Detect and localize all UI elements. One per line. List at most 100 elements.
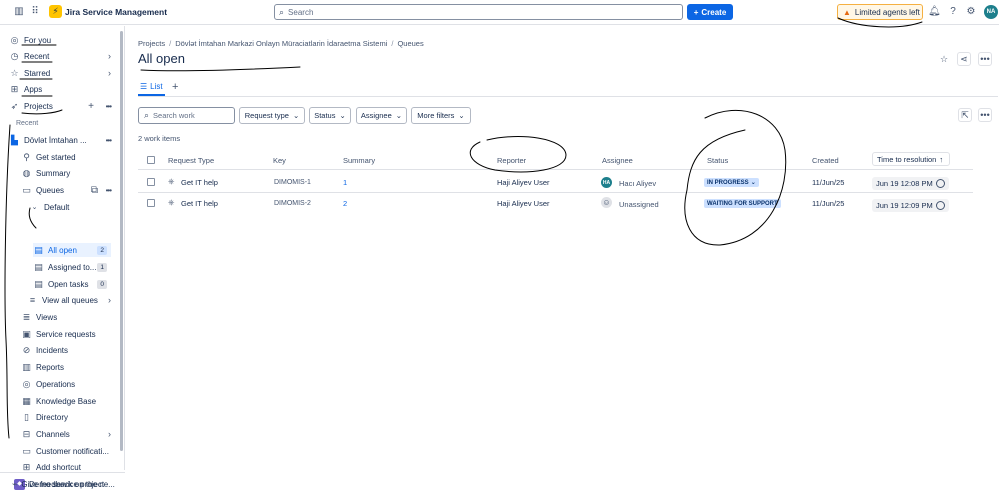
help-icon[interactable]: ? — [947, 6, 959, 18]
more-filters-button[interactable]: More filters ⌄ — [411, 107, 471, 124]
request-type-cell: Get IT help — [181, 178, 218, 187]
create-button[interactable]: + Create — [687, 4, 733, 20]
request-type-filter[interactable]: Request type ⌄ — [239, 107, 305, 124]
chevron-right-icon: › — [108, 429, 111, 439]
assignee-cell[interactable]: Unassigned — [619, 200, 659, 209]
status-filter[interactable]: Status ⌄ — [309, 107, 351, 124]
open-in-new-icon[interactable]: ⇱ — [958, 108, 972, 122]
more-icon[interactable]: ••• — [106, 136, 112, 145]
sidebar-item-label: Incidents — [36, 345, 69, 355]
sidebar-item-incidents[interactable]: ⊘ Incidents — [21, 343, 114, 357]
sidebar-item-starred[interactable]: ☆ Starred › — [9, 66, 114, 80]
sidebar-toggle-icon[interactable]: ▥ — [13, 6, 25, 18]
header-status[interactable]: Status — [707, 156, 728, 165]
chevron-right-icon: › — [108, 68, 111, 78]
header-time-to-resolution[interactable]: Time to resolution ↑ — [872, 152, 950, 166]
notifications-bell-icon[interactable]: 🔔︎ — [928, 6, 941, 18]
more-icon[interactable]: ••• — [978, 52, 992, 66]
add-shortcut-icon: ⊞ — [22, 461, 31, 472]
sidebar-item-default[interactable]: ⌄ Default — [29, 200, 114, 214]
rocket-icon: ➶ — [10, 100, 19, 111]
chart-icon: ▥ — [22, 361, 31, 372]
filter-label: Status — [314, 111, 336, 120]
breadcrumb-projects[interactable]: Projects — [138, 39, 165, 48]
person-circle-icon: ◎ — [10, 34, 19, 45]
app-title[interactable]: Jira Service Management — [65, 7, 167, 17]
sidebar-item-view-all-queues[interactable]: ≡ View all queues › — [27, 293, 114, 307]
status-badge[interactable]: WAITING FOR SUPPORT — [704, 199, 781, 208]
sidebar-project[interactable]: ▙ Dövlət İmtahan ... ••• — [9, 133, 114, 147]
sidebar-item-operations[interactable]: ◎ Operations — [21, 377, 114, 391]
row-checkbox[interactable] — [147, 199, 155, 207]
header-key[interactable]: Key — [273, 156, 286, 165]
ttr-label: Jun 19 12:09 PM — [876, 201, 933, 210]
header-request-type[interactable]: Request Type — [168, 156, 214, 165]
sidebar-item-for-you[interactable]: ◎ For you — [9, 33, 114, 47]
assignee-filter[interactable]: Assignee ⌄ — [356, 107, 407, 124]
star-icon: ☆ — [10, 67, 19, 78]
tab-list[interactable]: ☰ List — [140, 82, 163, 91]
key-cell[interactable]: DIMOMIS-1 — [274, 179, 311, 186]
sidebar-item-service-requests[interactable]: ▣ Service requests — [21, 327, 114, 341]
summary-cell[interactable]: 2 — [343, 199, 347, 208]
header-reporter[interactable]: Reporter — [497, 156, 526, 165]
header-summary[interactable]: Summary — [343, 156, 375, 165]
jira-logo-icon[interactable]: ⚡ — [49, 5, 62, 18]
sidebar-item-customer-notifications[interactable]: ▭ Customer notificati... — [21, 444, 114, 458]
breadcrumb-separator: / — [169, 39, 172, 48]
sidebar-item-label: Reports — [36, 362, 65, 372]
feedback-button[interactable]: ⌁ Give feedback on the ne... — [0, 472, 125, 495]
breadcrumb-queues[interactable]: Queues — [397, 39, 423, 48]
sidebar-item-reports[interactable]: ▥ Reports — [21, 360, 114, 374]
user-avatar[interactable]: NA — [984, 5, 998, 19]
search-work-input[interactable]: ⌕ Search work — [138, 107, 235, 124]
sidebar-item-queues[interactable]: ▭ Queues ⧉ ••• — [21, 183, 114, 197]
app-switcher-icon[interactable]: ⠿ — [29, 6, 41, 18]
rocket-icon: ⚲ — [23, 151, 30, 162]
add-tab-icon[interactable]: + — [172, 81, 178, 93]
summary-cell[interactable]: 1 — [343, 178, 347, 187]
project-name: Dövlət İmtahan ... — [24, 135, 87, 145]
global-search-input[interactable]: ⌕ Search — [274, 4, 683, 20]
filter-label: More filters — [417, 111, 455, 120]
directory-icon: ▯ — [24, 411, 29, 422]
sidebar-item-knowledge-base[interactable]: ▦ Knowledge Base — [21, 394, 114, 408]
more-icon[interactable]: ••• — [106, 186, 112, 195]
sidebar-item-summary[interactable]: ◍ Summary — [21, 166, 114, 180]
star-icon[interactable]: ☆ — [937, 52, 951, 66]
sidebar-scrollbar[interactable] — [120, 31, 123, 451]
new-queue-icon[interactable]: ⧉ — [91, 185, 98, 196]
sidebar-item-open-tasks[interactable]: ▤ Open tasks 0 — [33, 277, 111, 291]
sidebar-item-apps[interactable]: ⊞ Apps — [9, 82, 114, 96]
more-icon[interactable]: ••• — [106, 102, 112, 111]
sidebar-item-channels[interactable]: ⊟ Channels › — [21, 427, 114, 441]
share-icon[interactable]: ⋖ — [957, 52, 971, 66]
sidebar-item-get-started[interactable]: ⚲ Get started — [21, 150, 114, 164]
select-all-checkbox[interactable] — [147, 156, 155, 164]
sidebar-item-recent[interactable]: ◷ Recent › — [9, 49, 114, 63]
limited-agents-button[interactable]: ▲ Limited agents left — [837, 4, 923, 20]
created-cell: 11/Jun/25 — [812, 199, 845, 208]
sidebar-item-label: Queues — [36, 185, 65, 195]
add-project-icon[interactable]: + — [88, 101, 94, 112]
sidebar-item-all-open[interactable]: ▤ All open 2 — [33, 243, 111, 257]
more-icon[interactable]: ••• — [978, 108, 992, 122]
sidebar-item-label: Customer notificati... — [36, 446, 109, 456]
row-checkbox[interactable] — [147, 178, 155, 186]
breadcrumb-project[interactable]: Dövlət İmtahan Markazi Onlayn Müraciatla… — [175, 39, 387, 48]
assignee-cell[interactable]: Hacı Aliyev — [619, 179, 656, 188]
sidebar-item-views[interactable]: ≣ Views — [21, 310, 114, 324]
unassigned-avatar-icon: ☺ — [601, 197, 612, 208]
sidebar-item-projects[interactable]: ➶ Projects + ••• — [9, 99, 114, 113]
count-badge: 0 — [97, 279, 107, 289]
settings-gear-icon[interactable]: ⚙ — [965, 6, 977, 18]
status-badge[interactable]: IN PROGRESS ⌄ — [704, 178, 759, 187]
arrow-up-icon: ↑ — [939, 154, 944, 164]
header-assignee[interactable]: Assignee — [602, 156, 633, 165]
key-cell[interactable]: DIMOMIS-2 — [274, 200, 311, 207]
clock-icon — [935, 201, 945, 210]
queue-icon: ▤ — [34, 244, 43, 255]
sidebar-item-assigned-to-me[interactable]: ▤ Assigned to... 1 — [33, 260, 111, 274]
sidebar-item-directory[interactable]: ▯ Directory — [21, 410, 114, 424]
header-created[interactable]: Created — [812, 156, 839, 165]
